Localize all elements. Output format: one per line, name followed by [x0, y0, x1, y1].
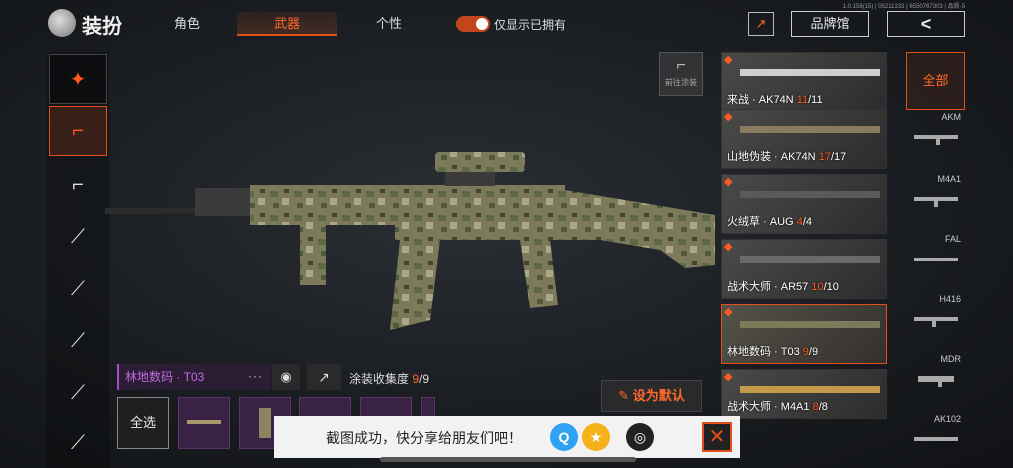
- skin-card[interactable]: ◆ 战术大师 · M4A1 8/8: [721, 369, 887, 419]
- weapon-filter-item[interactable]: MDR: [906, 354, 965, 414]
- category-assault-rifle[interactable]: ⌐: [49, 106, 107, 156]
- collection-label: 涂装收集度: [349, 372, 410, 386]
- smg-icon: ⌐: [72, 173, 84, 196]
- barrel-part-icon: [187, 420, 221, 424]
- tab-personal[interactable]: 个性: [339, 12, 439, 36]
- owned-tag-icon: ◆: [724, 54, 733, 66]
- marksman-rifle-icon: ⟋: [71, 329, 85, 352]
- skin-card-label: 来战 · AK74N 11/11: [727, 94, 823, 106]
- weapon-silhouette-icon: [914, 317, 958, 327]
- skin-thumbnail: [740, 386, 880, 393]
- go-to-paint-button[interactable]: ⌐ 前往涂装: [659, 52, 703, 96]
- skin-card[interactable]: ◆ 来战 · AK74N 11/11: [721, 52, 887, 112]
- weapon-name: H416: [939, 294, 961, 304]
- skin-thumbnail: [740, 69, 880, 76]
- sniper-rifle-icon: ⟋: [71, 277, 85, 300]
- part-slot-barrel[interactable]: [178, 397, 230, 449]
- category-lmg[interactable]: ⟋: [49, 418, 107, 468]
- assault-rifle-icon: ⌐: [72, 119, 84, 142]
- top-bar: 装扮 角色 武器 个性 仅显示已拥有 1.0.158(15) | 0521133…: [0, 0, 1013, 46]
- skin-thumbnail: [740, 256, 880, 263]
- chevron-left-icon: <: [920, 14, 932, 34]
- weapon-name: MDR: [940, 354, 962, 364]
- skin-card-label: 林地数码 · T03 9/9: [727, 346, 819, 358]
- filter-all-button[interactable]: 全部: [906, 52, 965, 110]
- preview-eye-icon[interactable]: ◉: [272, 364, 300, 390]
- weapon-silhouette-icon: [914, 258, 958, 261]
- weapon-filter-item[interactable]: M4A1: [906, 174, 965, 234]
- skin-thumbnail: [740, 126, 880, 133]
- weapon-silhouette-icon: [914, 135, 958, 145]
- category-badge[interactable]: ✦: [49, 54, 107, 104]
- screenshot-toast: 截图成功，快分享给朋友们吧！ Q ★ ◎ ✕: [274, 416, 740, 458]
- weapon-filter-item[interactable]: AK102: [906, 414, 965, 468]
- category-shotgun[interactable]: ⟋: [49, 212, 107, 262]
- skin-card[interactable]: ◆ 山地伪装 · AK74N 17/17: [721, 109, 887, 169]
- share-skin-icon[interactable]: ↗: [307, 364, 341, 390]
- share-icon[interactable]: ↗: [748, 12, 774, 36]
- tab-character[interactable]: 角色: [137, 12, 237, 36]
- owned-tag-icon: ◆: [724, 176, 733, 188]
- toggle-knob: [476, 18, 488, 30]
- skin-thumbnail: [740, 191, 880, 198]
- weapon-name: M4A1: [937, 174, 961, 184]
- weapon-filter-item[interactable]: FAL: [906, 234, 965, 294]
- skin-card-label: 山地伪装 · AK74N 17/17: [727, 151, 847, 163]
- more-options-icon[interactable]: ···: [248, 364, 263, 388]
- owned-tag-icon: ◆: [724, 371, 733, 383]
- skin-card[interactable]: ◆ 火绒草 · AUG 4/4: [721, 174, 887, 234]
- rifle-icon: ⟋: [71, 381, 85, 404]
- weapon-filter-item[interactable]: AKM: [906, 112, 965, 172]
- select-all-button[interactable]: 全选: [117, 397, 169, 449]
- game-logo-icon: [48, 9, 76, 37]
- collection-total: /9: [419, 372, 430, 386]
- tab-weapon[interactable]: 武器: [237, 12, 337, 36]
- weapon-name: FAL: [944, 234, 961, 244]
- category-smg[interactable]: ⌐: [49, 160, 107, 210]
- weapon-filter-item[interactable]: H416: [906, 294, 965, 354]
- category-sniper[interactable]: ⟋: [49, 264, 107, 314]
- collection-progress: 涂装收集度 9/9: [349, 370, 429, 387]
- owned-tag-icon: ◆: [724, 306, 733, 318]
- back-button[interactable]: <: [887, 11, 965, 37]
- weapon-silhouette-icon: [918, 376, 954, 387]
- toast-message: 截图成功，快分享给朋友们吧！: [326, 430, 522, 446]
- brush-icon: ✎: [618, 388, 630, 403]
- skin-card-selected[interactable]: ◆ 林地数码 · T03 9/9: [721, 304, 887, 364]
- version-info: 1.0.158(15) | 05211333 | 6550767303 | 品质…: [842, 4, 965, 10]
- skin-card-label: 火绒草 · AUG 4/4: [727, 216, 812, 228]
- qzone-icon[interactable]: ★: [582, 423, 610, 451]
- spray-gun-icon: ⌐: [676, 57, 686, 74]
- skin-thumbnail: [740, 321, 880, 328]
- go-to-paint-label: 前往涂装: [665, 78, 697, 87]
- brand-hall-button[interactable]: 品牌馆: [791, 11, 869, 37]
- weapon-silhouette-icon: [914, 437, 958, 441]
- owned-tag-icon: ◆: [724, 111, 733, 123]
- category-rifle[interactable]: ⟋: [49, 368, 107, 418]
- shotgun-icon: ⟋: [71, 225, 85, 248]
- lmg-icon: ⟋: [71, 431, 85, 454]
- weapon-preview-image: [105, 152, 715, 330]
- category-marksman[interactable]: ⟋: [49, 316, 107, 366]
- qq-icon[interactable]: Q: [550, 423, 578, 451]
- close-icon[interactable]: ✕: [702, 422, 732, 452]
- set-default-label: 设为默认: [632, 388, 685, 403]
- owned-only-toggle[interactable]: [456, 16, 490, 32]
- gun-badge-icon: ✦: [69, 68, 87, 91]
- weapon-name: AK102: [933, 414, 961, 424]
- skin-card[interactable]: ◆ 战术大师 · AR57 10/10: [721, 239, 887, 299]
- weapon-name: AKM: [941, 112, 961, 122]
- set-default-button[interactable]: ✎ 设为默认: [601, 380, 702, 412]
- page-title: 装扮: [82, 16, 122, 38]
- skin-card-label: 战术大师 · AR57 10/10: [727, 281, 839, 293]
- owned-only-label: 仅显示已拥有: [494, 18, 567, 32]
- wechat-moments-icon[interactable]: ◎: [626, 423, 654, 451]
- skin-card-label: 战术大师 · M4A1 8/8: [727, 401, 828, 413]
- weapon-silhouette-icon: [914, 197, 958, 207]
- owned-tag-icon: ◆: [724, 241, 733, 253]
- home-indicator[interactable]: [380, 457, 636, 462]
